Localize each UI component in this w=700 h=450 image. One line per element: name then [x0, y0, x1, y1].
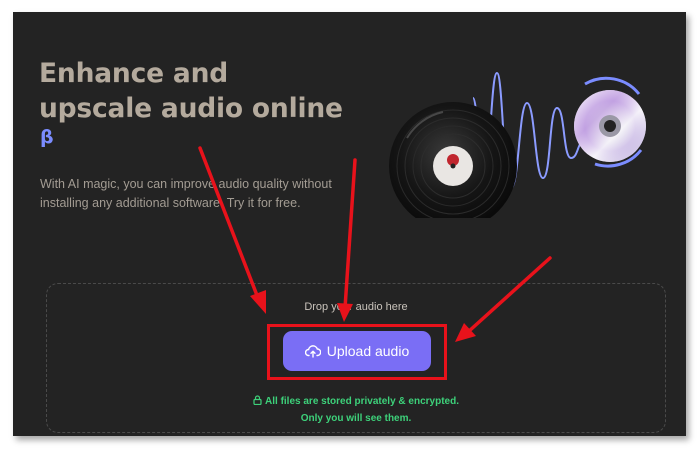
- lock-icon: [253, 395, 262, 405]
- privacy-note: All files are stored privately & encrypt…: [47, 393, 665, 427]
- drop-hint: Drop your audio here: [304, 301, 408, 313]
- beta-badge: β: [40, 126, 54, 148]
- annotation-highlight-box: [267, 324, 447, 380]
- page-subtitle: With AI magic, you can improve audio qua…: [40, 177, 332, 210]
- vinyl-record-icon: [389, 102, 517, 218]
- page-title: Enhance and upscale audio online: [39, 56, 343, 126]
- hero-illustration: [389, 71, 646, 218]
- privacy-line-1: All files are stored privately & encrypt…: [47, 393, 665, 410]
- title-line-2: upscale audio online: [39, 93, 343, 124]
- privacy-line-2: Only you will see them.: [300, 413, 412, 424]
- title-line-1: Enhance and: [39, 58, 229, 89]
- compact-disc-icon: [574, 76, 646, 168]
- privacy-text-1: All files are stored privately & encrypt…: [265, 396, 459, 407]
